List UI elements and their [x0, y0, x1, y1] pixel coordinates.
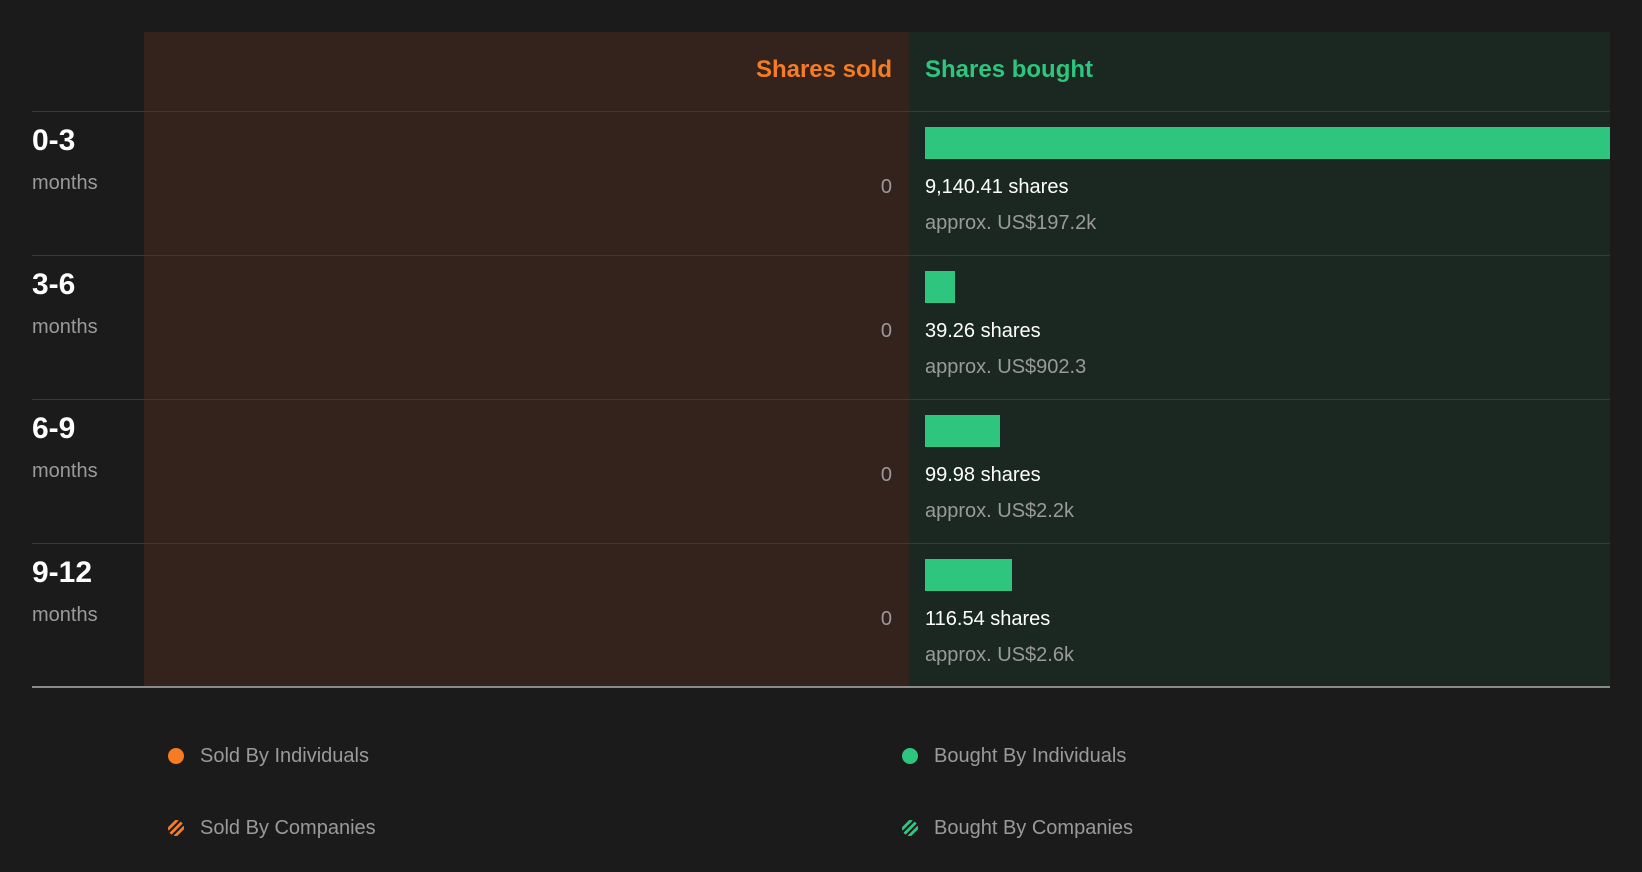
legend-sold-by-individuals: Sold By Individuals: [168, 742, 369, 770]
legend-label: Sold By Companies: [200, 816, 376, 839]
period-row: 3-6 months 0 39.26 shares approx. US$902…: [0, 256, 1642, 400]
legend-bought-by-companies: Bought By Companies: [902, 814, 1133, 842]
green-dot-icon: [902, 748, 918, 764]
period-unit: months: [32, 604, 98, 626]
shares-bought-bar: [925, 559, 1012, 591]
shares-sold-header: Shares sold: [755, 56, 892, 83]
shares-bought-bar: [925, 415, 1000, 447]
shares-bought-value: 99.98 shares: [925, 464, 1041, 486]
shares-bought-usd: approx. US$2.6k: [925, 644, 1074, 666]
green-striped-dot-icon: [902, 820, 918, 836]
period-row: 6-9 months 0 99.98 shares approx. US$2.2…: [0, 400, 1642, 544]
period-label: 9-12: [32, 556, 93, 589]
shares-sold-value: 0: [880, 176, 892, 198]
shares-bought-value: 9,140.41 shares: [925, 176, 1069, 198]
shares-bought-usd: approx. US$2.2k: [925, 500, 1074, 522]
period-unit: months: [32, 172, 98, 194]
shares-bought-bar: [925, 271, 955, 303]
shares-bought-value: 116.54 shares: [925, 608, 1051, 630]
period-label: 3-6: [32, 268, 76, 301]
shares-sold-value: 0: [880, 320, 892, 342]
shares-sold-value: 0: [880, 608, 892, 630]
shares-bought-usd: approx. US$902.3: [925, 356, 1087, 378]
legend-bought-by-individuals: Bought By Individuals: [902, 742, 1126, 770]
period-unit: months: [32, 316, 98, 338]
shares-bought-header: Shares bought: [925, 56, 1094, 83]
legend-label: Sold By Individuals: [200, 744, 369, 767]
period-unit: months: [32, 460, 98, 482]
legend-label: Bought By Companies: [934, 816, 1134, 839]
period-label: 6-9: [32, 412, 76, 445]
legend-sold-by-companies: Sold By Companies: [168, 814, 376, 842]
shares-bought-bar: [925, 127, 1610, 159]
insider-trading-chart: Shares sold Shares bought 0-3 months 0 9…: [0, 0, 1642, 872]
period-row: 9-12 months 0 116.54 shares approx. US$2…: [0, 544, 1642, 688]
period-label: 0-3: [32, 124, 76, 157]
orange-dot-icon: [168, 748, 184, 764]
legend-label: Bought By Individuals: [934, 744, 1127, 767]
shares-sold-value: 0: [880, 464, 892, 486]
period-row: 0-3 months 0 9,140.41 shares approx. US$…: [0, 112, 1642, 256]
shares-bought-value: 39.26 shares: [925, 320, 1041, 342]
shares-bought-usd: approx. US$197.2k: [925, 212, 1097, 234]
orange-striped-dot-icon: [168, 820, 184, 836]
